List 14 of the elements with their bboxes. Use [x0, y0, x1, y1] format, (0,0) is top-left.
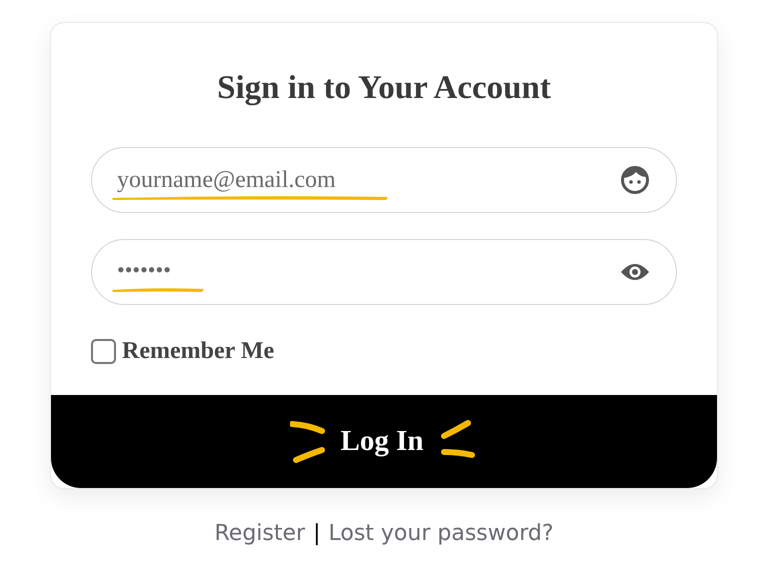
remember-label: Remember Me — [122, 337, 274, 366]
remember-checkbox[interactable] — [91, 338, 116, 364]
eye-icon[interactable] — [620, 262, 650, 282]
link-separator: | — [313, 520, 320, 548]
face-icon — [620, 165, 650, 195]
password-input[interactable]: ••••••• — [117, 252, 620, 292]
email-input[interactable]: yourname@email.com — [117, 162, 620, 198]
lost-password-link[interactable]: Lost your password? — [328, 517, 554, 550]
sparkle-icon — [290, 420, 326, 464]
register-link[interactable]: Register — [214, 517, 306, 550]
login-button[interactable]: Log In — [51, 395, 717, 488]
password-field[interactable]: ••••••• — [91, 239, 677, 305]
email-field[interactable]: yourname@email.com — [91, 147, 677, 213]
card-title: Sign in to Your Account — [217, 69, 551, 108]
